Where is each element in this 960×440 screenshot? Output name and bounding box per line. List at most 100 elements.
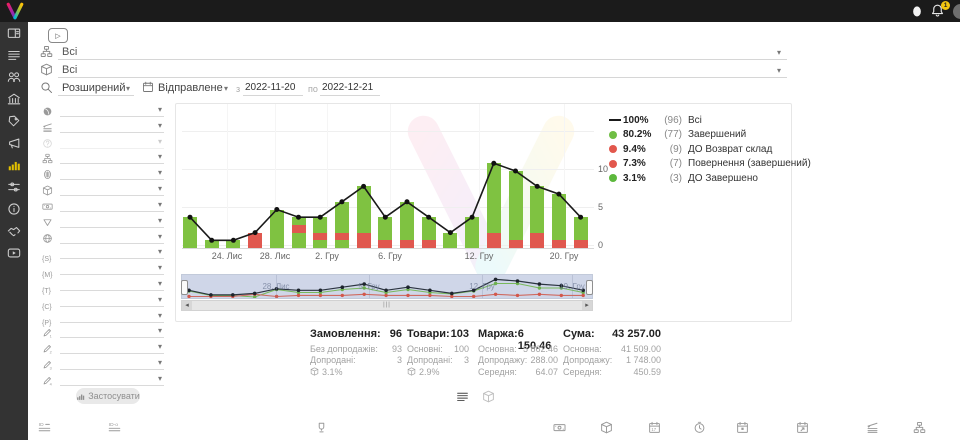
filter-select-braces-t[interactable]: {T}▾ <box>42 279 168 294</box>
navigator-left-handle[interactable] <box>181 280 188 295</box>
apply-button[interactable]: Застосувати <box>76 388 140 404</box>
filter-select-braces-p[interactable]: {P}▾ <box>42 311 168 326</box>
chevron-down-icon[interactable]: ▾ <box>158 233 162 241</box>
filter-select-braces-c[interactable]: {C}▾ <box>42 295 168 310</box>
legend-item[interactable]: 80.2%(77)Завершений <box>609 128 811 143</box>
chevron-down-icon[interactable]: ▾ <box>158 138 162 146</box>
stat-row-value: 3 <box>397 355 402 365</box>
user-egg-icon[interactable] <box>910 4 924 18</box>
toolbar-money-icon[interactable] <box>553 421 566 434</box>
chevron-down-icon[interactable]: ▾ <box>224 85 228 93</box>
stat-title-value: 96 <box>390 328 402 343</box>
scrollbar-grip[interactable]: ||| <box>383 301 391 310</box>
chevron-down-icon[interactable]: ▾ <box>158 122 162 130</box>
stat-row-value: 1 748.00 <box>626 355 661 365</box>
filter-select-layers[interactable]: ▾ <box>42 121 168 136</box>
toolbar-layers-icon[interactable] <box>866 421 879 434</box>
chevron-down-icon[interactable]: ▾ <box>158 359 162 367</box>
chevron-down-icon[interactable]: ▾ <box>777 49 781 57</box>
filter-select-package[interactable]: ▾ <box>42 184 168 199</box>
filter-select-funnel[interactable]: ▾ <box>42 216 168 231</box>
chevron-down-icon[interactable]: ▾ <box>158 296 162 304</box>
chevron-down-icon[interactable]: ▾ <box>158 280 162 288</box>
filter-select-globe-dark[interactable]: ▾ <box>42 105 168 120</box>
chevron-down-icon[interactable]: ▾ <box>158 153 162 161</box>
filter-select-fingerprint[interactable]: ▾ <box>42 168 168 183</box>
sidebar-item-info[interactable] <box>0 198 28 220</box>
chevron-down-icon[interactable]: ▾ <box>158 201 162 209</box>
chevron-down-icon[interactable]: ▾ <box>158 375 162 383</box>
sidebar-item-users[interactable] <box>0 66 28 88</box>
navigator-right-handle[interactable] <box>586 280 593 295</box>
scroll-right-button[interactable]: ▸ <box>582 301 592 310</box>
sidebar-item-handshake[interactable] <box>0 220 28 242</box>
app-logo[interactable] <box>6 2 24 25</box>
filter-select-braces-m[interactable]: {M}▾ <box>42 263 168 278</box>
sidebar-item-panel[interactable] <box>0 22 28 44</box>
toolbar-id-dash-list-icon[interactable]: ID-o <box>108 421 121 434</box>
chevron-down-icon[interactable]: ▾ <box>158 169 162 177</box>
filter-select-globe[interactable]: ▾ <box>42 232 168 247</box>
date-from-input[interactable]: 2022-11-20 <box>245 82 295 93</box>
sidebar-item-sliders[interactable] <box>0 176 28 198</box>
chevron-down-icon[interactable]: ▾ <box>158 264 162 272</box>
filter-select-pencil-4[interactable]: 4▾ <box>42 374 168 389</box>
chevron-down-icon[interactable]: ▾ <box>158 343 162 351</box>
sidebar-item-play[interactable] <box>0 242 28 264</box>
chart-navigator[interactable]: 28. Лис5. Гру12. Гру19. Гру <box>181 274 593 299</box>
chevron-down-icon[interactable]: ▾ <box>158 248 162 256</box>
toolbar-calendar-day-icon[interactable] <box>736 421 749 434</box>
mode-select[interactable]: Розширений <box>62 82 125 94</box>
stat-row: Середня:64.07 <box>478 366 558 378</box>
filter-select-question[interactable]: ▾ <box>42 137 168 152</box>
legend-item[interactable]: 7.3%(7)Повернення (завершений) <box>609 157 811 172</box>
filter-select-pencil-3[interactable]: 3▾ <box>42 358 168 373</box>
sidebar-item-bank[interactable] <box>0 88 28 110</box>
chevron-down-icon[interactable]: ▾ <box>126 85 130 93</box>
filter-select-money[interactable]: ▾ <box>42 200 168 215</box>
sidebar-item-megaphone[interactable] <box>0 132 28 154</box>
chevron-down-icon[interactable]: ▾ <box>777 67 781 75</box>
chevron-down-icon[interactable]: ▾ <box>158 185 162 193</box>
toolbar-id-list-icon[interactable]: ID <box>38 421 51 434</box>
filter-underline <box>60 385 164 386</box>
chevron-down-icon[interactable]: ▾ <box>158 327 162 335</box>
calendar-icon[interactable] <box>142 81 154 93</box>
tutorial-play-button[interactable]: ▷ <box>48 28 68 43</box>
filter-select-pencil-1[interactable]: 1▾ <box>42 326 168 341</box>
legend-item[interactable]: 100%(96)Всі <box>609 113 811 128</box>
filter-select-braces-s[interactable]: {S}▾ <box>42 247 168 262</box>
sidebar-item-chart-bars[interactable] <box>0 154 28 176</box>
chevron-down-icon[interactable]: ▾ <box>158 312 162 320</box>
chevron-down-icon[interactable]: ▾ <box>158 217 162 225</box>
package-icon <box>42 185 53 196</box>
stat-title-label: Маржа: <box>478 328 518 343</box>
product-select[interactable]: Всі <box>62 64 77 76</box>
legend-item[interactable]: 9.4%(9)ДО Возврат склад <box>609 142 811 157</box>
id-list-icon: ID <box>38 421 51 434</box>
date-type-select[interactable]: Відправлене <box>158 82 223 94</box>
toolbar-calendar-export-icon[interactable] <box>796 421 809 434</box>
scroll-left-button[interactable]: ◂ <box>182 301 192 310</box>
toolbar-calendar-17-icon[interactable]: 17 <box>648 421 661 434</box>
chart-legend: 100%(96)Всі80.2%(77)Завершений9.4%(9)ДО … <box>609 113 811 186</box>
toolbar-clock-icon[interactable] <box>693 421 706 434</box>
filter-select-pencil-2[interactable]: 2▾ <box>42 342 168 357</box>
search-icon[interactable] <box>40 81 53 94</box>
globe-icon <box>42 233 53 244</box>
sidebar-item-tag[interactable] <box>0 110 28 132</box>
toolbar-cup-icon[interactable] <box>315 421 328 434</box>
chevron-down-icon[interactable]: ▾ <box>158 106 162 114</box>
date-to-input[interactable]: 2022-12-21 <box>322 82 373 93</box>
source-select[interactable]: Всі <box>62 46 77 58</box>
toolbar-hierarchy-icon[interactable] <box>913 421 926 434</box>
view-toggle-list[interactable] <box>456 390 469 403</box>
sidebar-item-list[interactable] <box>0 44 28 66</box>
filter-underline <box>60 148 164 149</box>
filter-select-hierarchy[interactable]: ▾ <box>42 152 168 167</box>
avatar[interactable] <box>953 4 960 19</box>
legend-item[interactable]: 3.1%(3)ДО Завершено <box>609 171 811 186</box>
toolbar-package-icon[interactable] <box>600 421 613 434</box>
view-toggle-package[interactable] <box>482 390 495 403</box>
chart-scrollbar[interactable]: ◂ ▸ ||| <box>181 300 593 311</box>
